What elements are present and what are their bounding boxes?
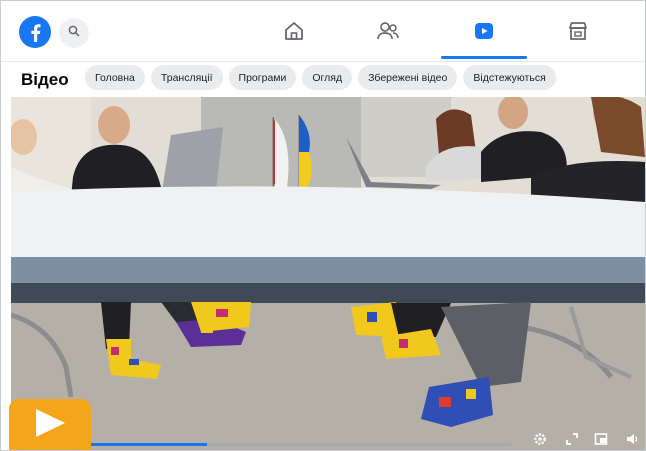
chip-explore[interactable]: Огляд bbox=[302, 65, 353, 90]
marketplace-icon bbox=[567, 20, 589, 47]
video-header: Відео Головна Трансляції Програми Огляд … bbox=[1, 61, 645, 96]
tab-marketplace[interactable] bbox=[535, 13, 621, 53]
fullscreen-icon bbox=[565, 432, 579, 451]
tab-video[interactable] bbox=[441, 13, 527, 59]
search-button[interactable] bbox=[59, 18, 89, 48]
settings-button[interactable] bbox=[532, 432, 548, 451]
play-button[interactable] bbox=[9, 399, 91, 450]
progress-fill bbox=[83, 443, 208, 446]
chip-home[interactable]: Головна bbox=[85, 65, 145, 90]
chip-shows[interactable]: Програми bbox=[228, 65, 297, 90]
chip-live[interactable]: Трансляції bbox=[150, 65, 223, 90]
page-title: Відео bbox=[21, 70, 69, 89]
home-icon bbox=[283, 20, 305, 47]
play-icon bbox=[33, 408, 67, 443]
facebook-window: Відео Головна Трансляції Програми Огляд … bbox=[0, 0, 646, 451]
settings-icon bbox=[533, 432, 547, 451]
video-icon bbox=[473, 20, 495, 47]
facebook-logo-icon[interactable] bbox=[19, 16, 51, 48]
volume-button[interactable] bbox=[624, 433, 640, 449]
chip-following[interactable]: Відстежуються bbox=[463, 65, 556, 90]
miniplayer-icon bbox=[594, 432, 608, 451]
video-player[interactable] bbox=[11, 97, 645, 450]
friends-icon bbox=[376, 20, 400, 47]
video-chips: Головна Трансляції Програми Огляд Збереж… bbox=[85, 65, 556, 90]
volume-icon bbox=[625, 432, 639, 451]
tab-friends[interactable] bbox=[345, 13, 431, 53]
tab-home[interactable] bbox=[251, 13, 337, 53]
progress-bar[interactable] bbox=[83, 443, 511, 446]
search-icon bbox=[68, 24, 80, 42]
fullscreen-button[interactable] bbox=[564, 432, 580, 451]
chip-saved[interactable]: Збережені відео bbox=[358, 65, 458, 90]
video-frame-image bbox=[11, 97, 645, 450]
miniplayer-button[interactable] bbox=[593, 432, 609, 451]
top-navigation bbox=[1, 1, 645, 61]
